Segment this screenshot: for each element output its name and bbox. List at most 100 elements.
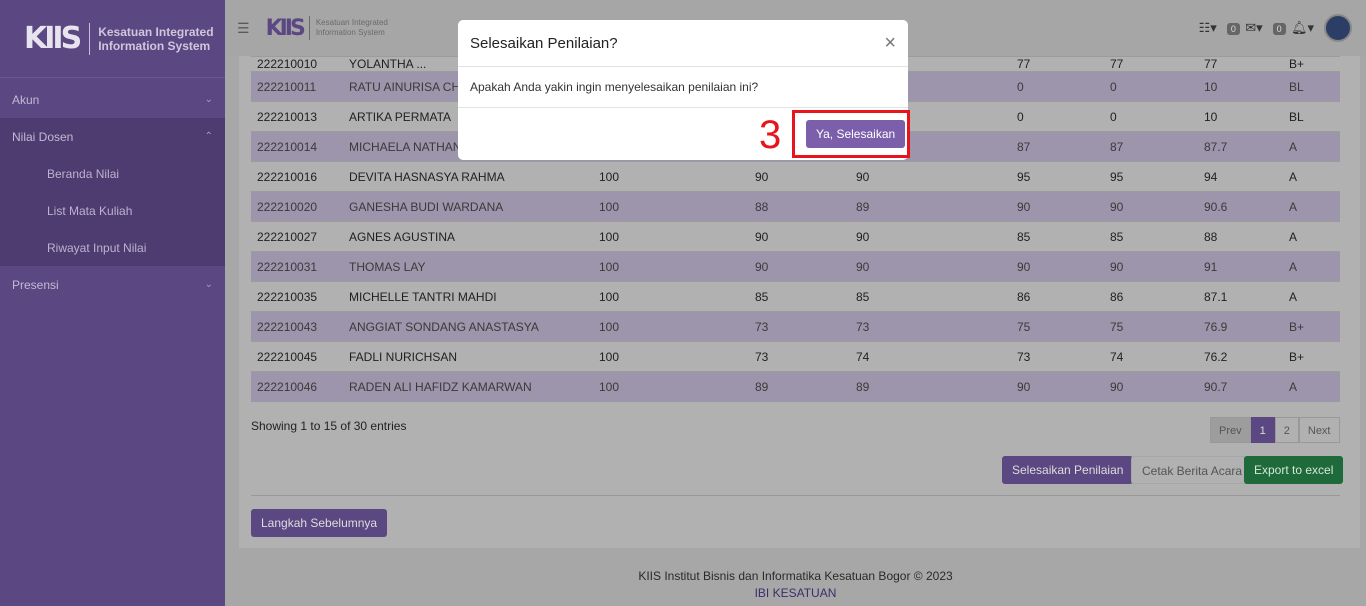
- modal-body: Apakah Anda yakin ingin menyelesaikan pe…: [458, 67, 908, 108]
- table-cell: 73: [749, 311, 850, 342]
- table-cell: A: [1283, 251, 1340, 282]
- table-cell: 77: [1198, 56, 1283, 72]
- table-cell: 86: [1011, 281, 1104, 312]
- pagination-page-2[interactable]: 2: [1274, 417, 1299, 443]
- avatar[interactable]: [1324, 14, 1352, 42]
- footer-link[interactable]: IBI KESATUAN: [225, 586, 1366, 600]
- table-cell: 89: [850, 371, 1011, 402]
- topbar-logo[interactable]: KIIS: [266, 16, 306, 41]
- table-cell: RADEN ALI HAFIDZ KAMARWAN: [343, 371, 593, 402]
- table-cell: 100: [593, 341, 749, 372]
- table-cell: 85: [1011, 221, 1104, 252]
- table-cell: 76.9: [1198, 311, 1283, 342]
- chevron-down-icon: ⌄: [204, 94, 213, 105]
- footer: KIIS Institut Bisnis dan Informatika Kes…: [225, 560, 1366, 606]
- table-cell: 90: [850, 161, 1011, 192]
- sidebar-item-beranda-nilai[interactable]: Beranda Nilai: [0, 155, 225, 192]
- table-cell: 222210010: [251, 56, 343, 72]
- table-cell: 100: [593, 371, 749, 402]
- table-cell: 222210046: [251, 371, 343, 402]
- table-row: 222210046 RADEN ALI HAFIDZ KAMARWAN 100 89 8…: [251, 371, 1340, 402]
- table-cell: 222210013: [251, 101, 343, 132]
- table-cell: 90: [1011, 251, 1104, 282]
- sidebar-item-presensi[interactable]: Presensi ⌄: [0, 266, 225, 303]
- brand-text: Kesatuan Integrated Information System: [98, 25, 213, 53]
- table-cell: 77: [1011, 56, 1104, 72]
- modal-title: Selesaikan Penilaian?: [470, 34, 618, 52]
- sidebar-item-label: Presensi: [12, 277, 59, 292]
- sidebar-item-nilai-dosen[interactable]: Nilai Dosen ⌃: [0, 118, 225, 155]
- table-cell: DEVITA HASNASYA RAHMA: [343, 161, 593, 192]
- finish-grading-button[interactable]: Selesaikan Penilaian: [1002, 456, 1134, 484]
- table-cell: BL: [1283, 71, 1340, 102]
- table-cell: 222210020: [251, 191, 343, 222]
- table-cell: AGNES AGUSTINA: [343, 221, 593, 252]
- table-cell: 73: [749, 341, 850, 372]
- table-cell: 88: [1198, 221, 1283, 252]
- table-row: 222210035 MICHELLE TANTRI MAHDI 100 85 85 86 8…: [251, 281, 1340, 312]
- sidebar-submenu: Beranda Nilai List Mata Kuliah Riwayat I…: [0, 155, 225, 266]
- table-cell: 73: [1011, 341, 1104, 372]
- export-excel-button[interactable]: Export to excel: [1244, 456, 1344, 484]
- table-cell: 100: [593, 281, 749, 312]
- brand-line1: Kesatuan Integrated: [98, 24, 214, 39]
- table-cell: 0: [1011, 71, 1104, 102]
- table-cell: 95: [1011, 161, 1104, 192]
- sidebar-item-list-mata-kuliah[interactable]: List Mata Kuliah: [0, 192, 225, 229]
- table-cell: A: [1283, 191, 1340, 222]
- table-cell: BL: [1283, 101, 1340, 132]
- table-cell: 74: [1104, 341, 1198, 372]
- table-cell: 222210011: [251, 71, 343, 102]
- table-cell: 89: [749, 371, 850, 402]
- table-row: 222210031 THOMAS LAY 100 90 90 90 90 91 A: [251, 251, 1340, 282]
- topbar-brand-line2: Information System: [315, 28, 385, 37]
- table-cell: 222210035: [251, 281, 343, 312]
- divider: [251, 495, 1340, 496]
- sidebar: KIIS Kesatuan Integrated Information Sys…: [0, 0, 225, 606]
- sidebar-item-akun[interactable]: Akun ⌄: [0, 81, 225, 118]
- table-cell: A: [1283, 371, 1340, 402]
- sidebar-item-riwayat-input-nilai[interactable]: Riwayat Input Nilai: [0, 229, 225, 266]
- table-cell: 90: [1104, 191, 1198, 222]
- table-cell: 74: [850, 341, 1011, 372]
- table-cell: 90: [749, 161, 850, 192]
- table-cell: 90: [850, 221, 1011, 252]
- table-cell: 86: [1104, 281, 1198, 312]
- table-cell: 90: [1104, 251, 1198, 282]
- table-cell: 222210014: [251, 131, 343, 162]
- table-cell: 90: [749, 221, 850, 252]
- table-cell: 75: [1104, 311, 1198, 342]
- pagination-page-1[interactable]: 1: [1250, 417, 1275, 443]
- previous-step-button[interactable]: Langkah Sebelumnya: [251, 509, 388, 537]
- menu-toggle-icon[interactable]: ☰: [237, 20, 250, 37]
- table-cell: 90: [749, 251, 850, 282]
- table-cell: 222210043: [251, 311, 343, 342]
- step-number-annotation: 3: [759, 113, 782, 157]
- pagination-prev[interactable]: Prev: [1210, 417, 1251, 443]
- table-cell: 222210027: [251, 221, 343, 252]
- sidebar-item-label: Akun: [12, 92, 40, 107]
- table-row: 222210027 AGNES AGUSTINA 100 90 90 85 85 88 A: [251, 221, 1340, 252]
- table-cell: 85: [850, 281, 1011, 312]
- pagination-next[interactable]: Next: [1298, 417, 1340, 443]
- table-cell: 89: [850, 191, 1011, 222]
- close-icon[interactable]: ×: [884, 32, 896, 55]
- table-row: 222210043 ANGGIAT SONDANG ANASTASYA 100 73 7…: [251, 311, 1340, 342]
- table-cell: A: [1283, 131, 1340, 162]
- sidebar-menu: Akun ⌄ Nilai Dosen ⌃ Beranda Nilai List …: [0, 81, 225, 303]
- print-report-button[interactable]: Cetak Berita Acara: [1131, 456, 1254, 484]
- messages-dropdown[interactable]: 0 ✉▾: [1226, 20, 1263, 36]
- table-cell: 73: [850, 311, 1011, 342]
- list-menu-icon[interactable]: ☷▾: [1199, 20, 1217, 36]
- table-cell: 75: [1011, 311, 1104, 342]
- brand-separator: [89, 22, 91, 55]
- table-cell: 90: [1104, 371, 1198, 402]
- table-cell: 0: [1011, 101, 1104, 132]
- table-cell: 10: [1198, 71, 1283, 102]
- bell-icon: 🔔︎▾: [1290, 20, 1314, 35]
- table-cell: 90: [1011, 371, 1104, 402]
- sidebar-brand[interactable]: KIIS Kesatuan Integrated Information Sys…: [0, 0, 225, 78]
- notifications-dropdown[interactable]: 0 🔔︎▾: [1272, 20, 1314, 36]
- table-cell: 88: [749, 191, 850, 222]
- topbar-logo-separator: [308, 16, 310, 40]
